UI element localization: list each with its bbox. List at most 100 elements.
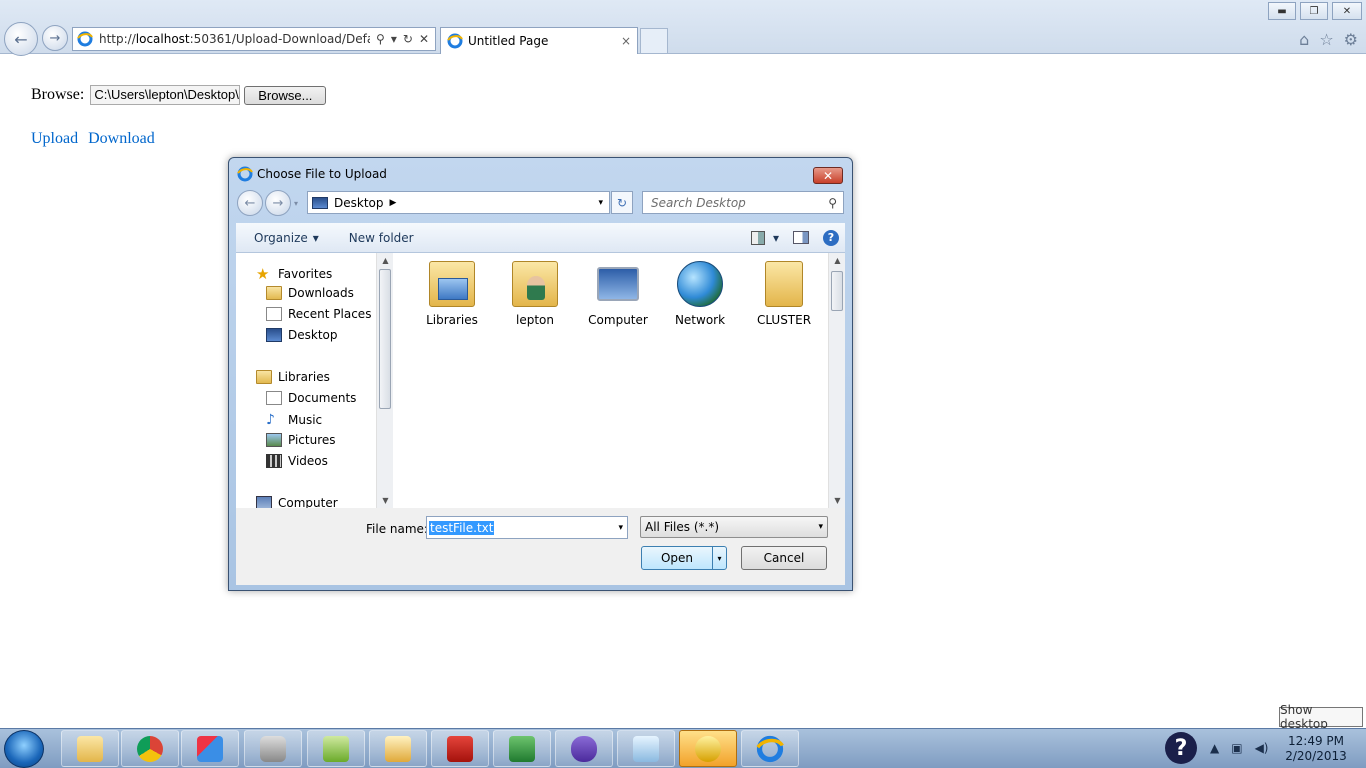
refresh-icon: ↻ bbox=[616, 195, 628, 210]
taskbar-explorer[interactable] bbox=[61, 730, 119, 767]
clock-date: 2/20/2013 bbox=[1285, 749, 1347, 763]
chevron-down-icon: ▾ bbox=[818, 522, 823, 532]
preview-pane-icon[interactable] bbox=[793, 231, 809, 244]
taskbar-visual-studio[interactable] bbox=[555, 730, 613, 767]
nav-item-favorites[interactable]: ★ Favorites bbox=[256, 265, 332, 283]
dialog-close-button[interactable]: ✕ bbox=[813, 167, 843, 184]
file-item-network[interactable]: Network bbox=[664, 261, 736, 327]
minimize-button[interactable]: ▬ bbox=[1268, 2, 1296, 20]
nav-item-music[interactable]: ♪ Music bbox=[266, 412, 322, 428]
taskbar-notepad-plus[interactable] bbox=[307, 730, 365, 767]
favorites-star-icon[interactable]: ☆ bbox=[1319, 30, 1333, 49]
breadcrumb-arrow-icon[interactable]: ▶ bbox=[390, 198, 397, 208]
download-link[interactable]: Download bbox=[88, 130, 155, 148]
file-type-filter-select[interactable]: All Files (*.*) ▾ bbox=[640, 516, 828, 538]
change-view-button[interactable]: ▾ bbox=[750, 230, 779, 245]
tools-gear-icon[interactable]: ⚙ bbox=[1344, 30, 1358, 49]
nav-item-label: Downloads bbox=[288, 286, 354, 300]
upload-link[interactable]: Upload bbox=[31, 130, 78, 148]
browse-button[interactable]: Browse... bbox=[244, 85, 327, 105]
window-close-button[interactable]: ✕ bbox=[1332, 2, 1362, 20]
nav-item-pictures[interactable]: Pictures bbox=[266, 433, 336, 447]
notepad-icon bbox=[633, 735, 659, 762]
file-item-label: Libraries bbox=[426, 313, 478, 327]
home-icon[interactable]: ⌂ bbox=[1299, 30, 1309, 49]
file-name-input[interactable]: testFile.txt ▾ bbox=[426, 516, 628, 539]
nav-item-videos[interactable]: Videos bbox=[266, 454, 328, 468]
chevron-down-icon[interactable]: ▾ bbox=[618, 523, 623, 533]
file-item-lepton[interactable]: lepton bbox=[499, 261, 571, 327]
taskbar-acrobat[interactable] bbox=[431, 730, 489, 767]
scroll-down-arrow-icon[interactable]: ▼ bbox=[829, 493, 846, 508]
dialog-search-input[interactable]: Search Desktop ⚲ bbox=[642, 191, 844, 214]
stop-icon[interactable]: ✕ bbox=[419, 32, 429, 46]
taskbar-outlook[interactable] bbox=[369, 730, 427, 767]
taskbar-sql-server[interactable] bbox=[244, 730, 302, 767]
show-hidden-icons-icon[interactable]: ▲ bbox=[1210, 741, 1219, 755]
scroll-thumb[interactable] bbox=[379, 269, 391, 409]
libraries-icon bbox=[429, 261, 475, 307]
nav-item-computer[interactable]: Computer bbox=[256, 496, 338, 508]
help-icon[interactable]: ? bbox=[823, 229, 839, 246]
taskbar-internet-explorer[interactable] bbox=[741, 730, 799, 767]
ie-logo-icon bbox=[237, 166, 253, 182]
taskbar-active-app[interactable] bbox=[679, 730, 737, 767]
refresh-icon[interactable]: ↻ bbox=[403, 32, 413, 46]
nav-item-label: Videos bbox=[288, 454, 328, 468]
dialog-back-button[interactable]: ← bbox=[237, 190, 263, 216]
dialog-refresh-button[interactable]: ↻ bbox=[611, 191, 633, 214]
nav-item-downloads[interactable]: Downloads bbox=[266, 286, 354, 300]
network-tray-icon[interactable]: ▣ bbox=[1231, 741, 1242, 755]
open-options-chevron-icon[interactable]: ▾ bbox=[712, 547, 726, 569]
file-item-libraries[interactable]: Libraries bbox=[416, 261, 488, 327]
taskbar-app-3[interactable] bbox=[181, 730, 239, 767]
clock[interactable]: 12:49 PM 2/20/2013 bbox=[1282, 734, 1350, 764]
navigation-pane-scrollbar[interactable]: ▲ ▼ bbox=[376, 253, 393, 508]
taskbar-notes[interactable] bbox=[617, 730, 675, 767]
file-item-cluster[interactable]: CLUSTER bbox=[748, 261, 820, 327]
file-path-input[interactable]: C:\Users\lepton\Desktop\ bbox=[90, 85, 241, 105]
nav-item-desktop[interactable]: Desktop bbox=[266, 328, 338, 342]
open-button[interactable]: Open ▾ bbox=[641, 546, 727, 570]
scroll-thumb[interactable] bbox=[831, 271, 843, 311]
scroll-down-arrow-icon[interactable]: ▼ bbox=[377, 493, 394, 508]
dialog-location-bar[interactable]: Desktop ▶ ▾ bbox=[307, 191, 610, 214]
nav-item-documents[interactable]: Documents bbox=[266, 391, 356, 405]
nav-item-label: Recent Places bbox=[288, 307, 372, 321]
tab-untitled-page[interactable]: Untitled Page × bbox=[440, 27, 638, 54]
search-icon[interactable]: ⚲ bbox=[376, 32, 385, 46]
file-item-computer[interactable]: Computer bbox=[582, 261, 654, 327]
volume-icon[interactable]: ◀) bbox=[1255, 741, 1269, 755]
taskbar: ? ▲ ▣ ◀) 12:49 PM 2/20/2013 bbox=[0, 728, 1366, 768]
back-arrow-icon: ← bbox=[244, 195, 256, 211]
back-button[interactable]: ← bbox=[4, 22, 38, 56]
organize-button[interactable]: Organize ▾ bbox=[254, 231, 319, 245]
recent-locations-chevron-icon[interactable]: ▾ bbox=[294, 199, 298, 208]
new-tab-button[interactable] bbox=[640, 28, 668, 54]
dialog-forward-button[interactable]: → bbox=[265, 190, 291, 216]
chevron-down-icon[interactable]: ▾ bbox=[598, 198, 603, 208]
minimize-icon: ▬ bbox=[1277, 5, 1287, 17]
search-icon[interactable]: ⚲ bbox=[828, 196, 837, 210]
file-list-scrollbar[interactable]: ▲ ▼ bbox=[828, 253, 845, 508]
restore-button[interactable]: ❐ bbox=[1300, 2, 1328, 20]
chevron-down-icon[interactable]: ▾ bbox=[391, 32, 397, 46]
taskbar-chrome[interactable] bbox=[121, 730, 179, 767]
address-bar[interactable]: http://localhost:50361/Upload-Download/D… bbox=[72, 27, 436, 51]
cancel-button[interactable]: Cancel bbox=[741, 546, 827, 570]
scroll-up-arrow-icon[interactable]: ▲ bbox=[377, 253, 394, 268]
taskbar-excel[interactable] bbox=[493, 730, 551, 767]
dialog-body: ★ Favorites Downloads Recent Places Deskt… bbox=[236, 253, 845, 508]
start-button[interactable] bbox=[4, 730, 44, 768]
nav-item-recent-places[interactable]: Recent Places bbox=[266, 307, 371, 321]
forward-arrow-icon: → bbox=[49, 30, 61, 46]
nav-item-libraries[interactable]: Libraries bbox=[256, 370, 330, 384]
tab-close-icon[interactable]: × bbox=[621, 34, 631, 48]
help-tray-icon[interactable]: ? bbox=[1165, 732, 1197, 764]
file-name-label: File name: bbox=[366, 522, 428, 536]
location-text: Desktop bbox=[334, 195, 384, 210]
forward-arrow-icon: → bbox=[272, 195, 284, 211]
forward-button[interactable]: → bbox=[42, 25, 68, 51]
new-folder-button[interactable]: New folder bbox=[349, 231, 414, 245]
scroll-up-arrow-icon[interactable]: ▲ bbox=[829, 253, 846, 268]
